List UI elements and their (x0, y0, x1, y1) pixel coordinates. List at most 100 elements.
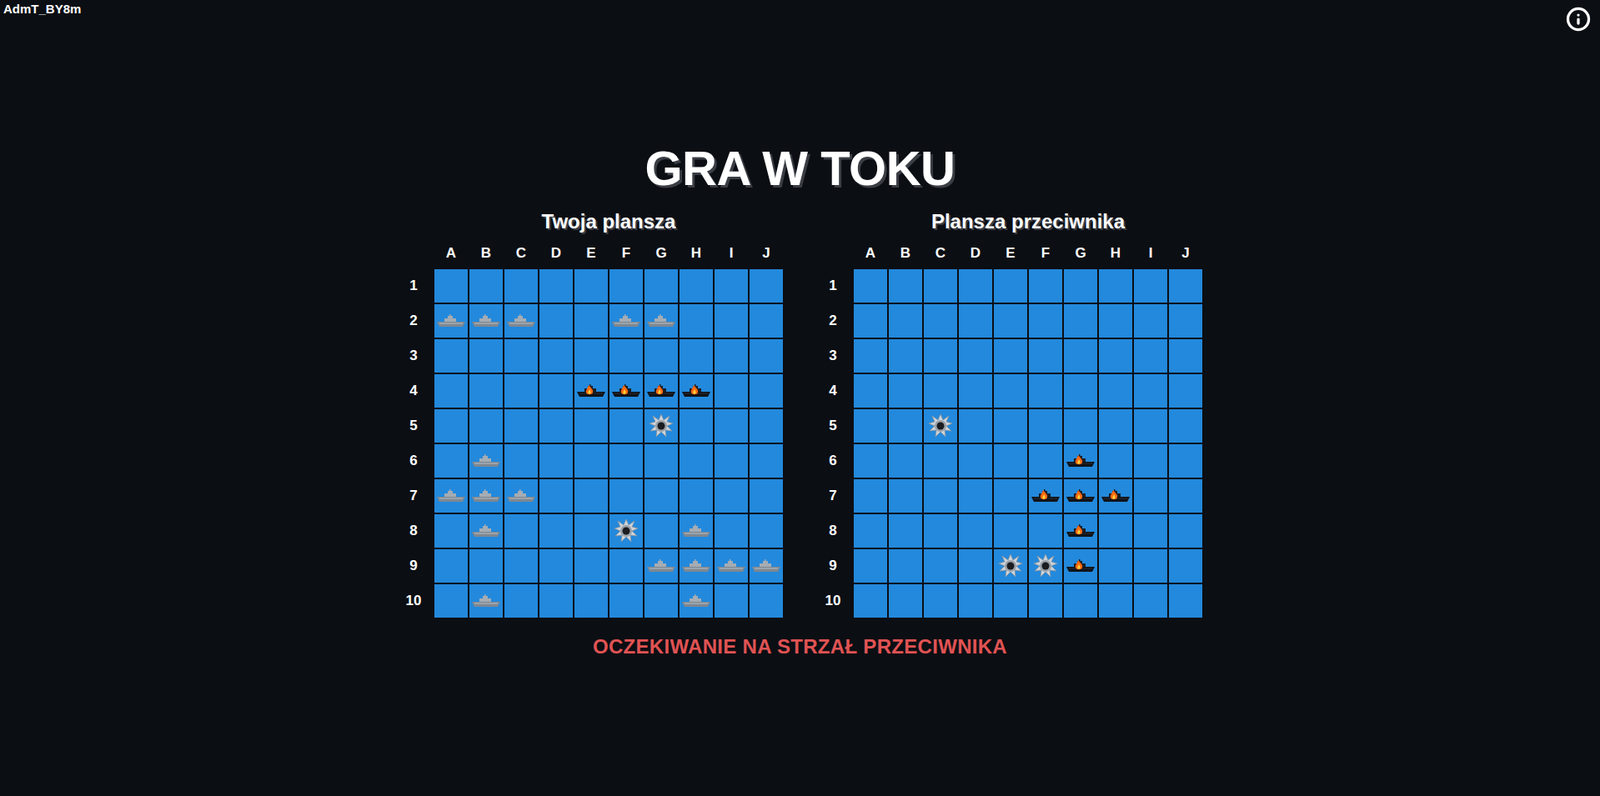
cell-empty[interactable] (957, 268, 994, 304)
board-grid: ABCDEFGHIJ12345678910 (396, 238, 784, 619)
cell-empty[interactable] (1098, 583, 1134, 619)
cell-empty[interactable] (852, 373, 888, 409)
cell-empty[interactable] (887, 408, 923, 444)
cell-empty[interactable] (922, 513, 958, 549)
cell-empty[interactable] (993, 583, 1029, 619)
cell-empty[interactable] (1133, 513, 1169, 549)
cell-empty[interactable] (993, 338, 1029, 374)
cell-ship (433, 478, 469, 514)
cell-empty[interactable] (1098, 443, 1134, 479)
cell-empty[interactable] (922, 548, 958, 584)
cell-empty[interactable] (1098, 513, 1134, 549)
cell-empty[interactable] (993, 443, 1029, 479)
cell-empty[interactable] (887, 303, 923, 339)
cell-empty[interactable] (1168, 513, 1204, 549)
cell-empty[interactable] (1063, 268, 1099, 304)
cell-empty[interactable] (1098, 338, 1134, 374)
cell-empty[interactable] (1133, 443, 1169, 479)
cell-empty[interactable] (852, 408, 888, 444)
cell-empty[interactable] (1098, 548, 1134, 584)
cell-empty[interactable] (1168, 443, 1204, 479)
cell-empty[interactable] (1133, 373, 1169, 409)
cell-empty[interactable] (1098, 373, 1134, 409)
cell-empty[interactable] (957, 548, 994, 584)
cell-empty[interactable] (1028, 373, 1064, 409)
cell-empty[interactable] (922, 373, 958, 409)
cell-empty[interactable] (922, 443, 958, 479)
cell-empty[interactable] (1133, 303, 1169, 339)
cell-empty[interactable] (852, 513, 888, 549)
cell-empty[interactable] (1063, 373, 1099, 409)
cell-empty[interactable] (1133, 583, 1169, 619)
cell-empty[interactable] (1168, 373, 1204, 409)
cell-empty[interactable] (852, 268, 888, 304)
cell-empty[interactable] (1133, 268, 1169, 304)
cell-empty[interactable] (922, 268, 958, 304)
ship-icon (436, 314, 466, 328)
cell-empty[interactable] (957, 443, 994, 479)
cell-empty[interactable] (1168, 548, 1204, 584)
cell-empty[interactable] (852, 478, 888, 514)
cell-empty[interactable] (957, 478, 994, 514)
cell-empty[interactable] (1063, 583, 1099, 619)
cell-empty[interactable] (852, 338, 888, 374)
cell-empty[interactable] (887, 478, 923, 514)
cell-empty[interactable] (922, 303, 958, 339)
cell-empty[interactable] (1028, 583, 1064, 619)
cell-empty[interactable] (852, 443, 888, 479)
cell-empty[interactable] (993, 268, 1029, 304)
cell-empty[interactable] (887, 513, 923, 549)
cell-empty[interactable] (957, 373, 994, 409)
cell-empty[interactable] (852, 548, 888, 584)
cell-empty[interactable] (1028, 268, 1064, 304)
cell-empty[interactable] (957, 338, 994, 374)
cell-empty[interactable] (887, 373, 923, 409)
cell-empty[interactable] (957, 408, 994, 444)
cell-empty[interactable] (922, 338, 958, 374)
cell-empty[interactable] (852, 303, 888, 339)
cell-empty[interactable] (1098, 303, 1134, 339)
cell-empty[interactable] (1098, 408, 1134, 444)
cell-empty[interactable] (852, 583, 888, 619)
cell-empty[interactable] (1168, 583, 1204, 619)
cell-empty (608, 268, 644, 304)
cell-empty[interactable] (1028, 443, 1064, 479)
cell-empty[interactable] (1133, 478, 1169, 514)
cell-empty[interactable] (957, 583, 994, 619)
cell-empty[interactable] (993, 478, 1029, 514)
cell-empty[interactable] (922, 478, 958, 514)
cell-empty[interactable] (1168, 408, 1204, 444)
cell-empty[interactable] (1028, 513, 1064, 549)
cell-empty[interactable] (887, 583, 923, 619)
cell-empty[interactable] (887, 548, 923, 584)
cell-empty[interactable] (957, 513, 994, 549)
info-button[interactable] (1564, 5, 1592, 33)
cell-empty[interactable] (1063, 408, 1099, 444)
cell-empty[interactable] (1028, 338, 1064, 374)
ship-icon (471, 524, 501, 538)
cell-empty[interactable] (1168, 303, 1204, 339)
cell-empty[interactable] (993, 303, 1029, 339)
cell-empty[interactable] (1063, 338, 1099, 374)
column-label: G (643, 238, 679, 269)
cell-empty[interactable] (1168, 268, 1204, 304)
cell-empty[interactable] (887, 443, 923, 479)
cell-empty[interactable] (922, 583, 958, 619)
cell-empty[interactable] (993, 408, 1029, 444)
cell-empty[interactable] (1063, 303, 1099, 339)
cell-empty[interactable] (993, 513, 1029, 549)
cell-empty[interactable] (993, 373, 1029, 409)
cell-empty[interactable] (1028, 408, 1064, 444)
cell-empty[interactable] (1168, 478, 1204, 514)
cell-empty[interactable] (957, 303, 994, 339)
cell-empty[interactable] (1098, 268, 1134, 304)
cell-empty[interactable] (887, 268, 923, 304)
username: AdmT_BY8m (3, 1, 81, 16)
cell-empty[interactable] (1133, 338, 1169, 374)
cell-empty[interactable] (1133, 408, 1169, 444)
grid-corner (816, 238, 853, 269)
cell-empty[interactable] (1028, 303, 1064, 339)
cell-empty[interactable] (1133, 548, 1169, 584)
cell-empty[interactable] (887, 338, 923, 374)
cell-empty[interactable] (1168, 338, 1204, 374)
